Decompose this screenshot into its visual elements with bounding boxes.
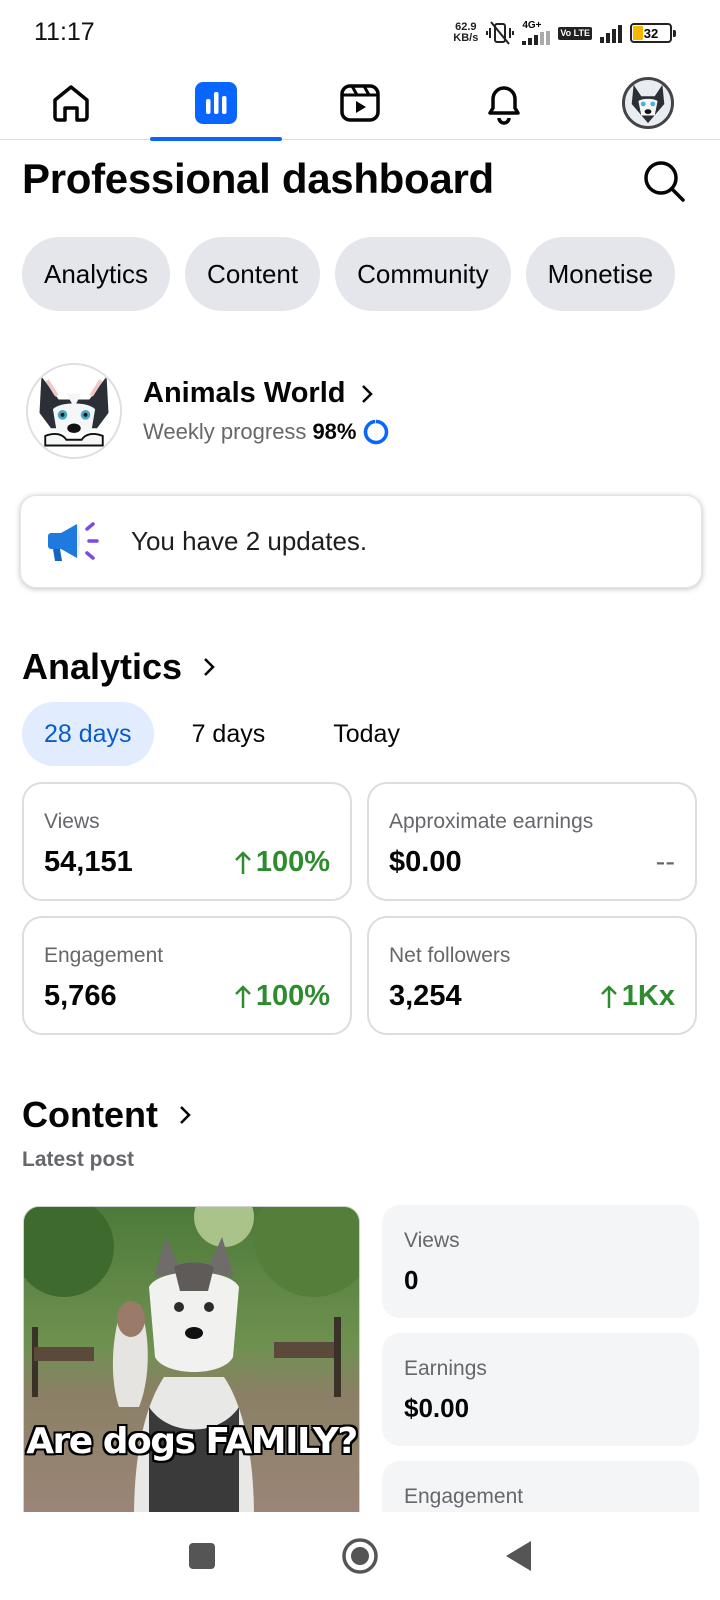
range-tab-28-days[interactable]: 28 days [22,702,154,766]
metric-label: Net followers [389,944,511,967]
analytics-section-link[interactable]: Analytics [22,646,216,688]
weekly-progress: Weekly progress 98% [143,418,390,446]
home-button[interactable] [338,1534,382,1578]
system-nav-bar [0,1512,720,1600]
metric-change: 1Kx [600,980,675,1013]
nav-tab-home[interactable] [4,66,138,140]
bell-icon [488,86,520,125]
husky-avatar-icon [28,365,120,457]
chip-analytics[interactable]: Analytics [22,237,171,311]
network-speed: 62.9 KB/s [453,21,479,44]
chip-content[interactable]: Content [185,237,321,311]
metric-card-net-followers[interactable]: Net followers 3,254 1Kx [367,916,697,1035]
post-stat-views: Views 0 [382,1205,699,1318]
page-title: Professional dashboard [22,155,494,202]
chevron-right-icon [180,1106,191,1124]
stat-label: Earnings [404,1357,487,1380]
metric-card-approximate-earnings[interactable]: Approximate earnings $0.00 -- [367,782,697,901]
nav-tab-video[interactable] [293,66,427,140]
metric-value: $0.00 [389,846,462,878]
arrow-up-icon [234,850,251,874]
husky-avatar-icon [631,84,665,124]
latest-post-label: Latest post [22,1148,135,1171]
progress-label: Weekly progress [143,419,307,444]
metric-card-views[interactable]: Views 54,151 100% [22,782,352,901]
back-triangle-icon [506,1541,531,1571]
nav-tab-notifications[interactable] [437,66,571,140]
progress-ring-icon [364,419,389,445]
stat-label: Engagement [404,1485,524,1508]
video-icon [340,84,380,122]
status-bar: 11:17 62.9 KB/s 4G+ Vo LTE 32 [0,0,720,66]
search-button[interactable] [640,157,688,205]
post-caption: Are dogs FAMILY? [26,1421,358,1462]
page-name-link[interactable]: Animals World [143,377,374,410]
profile-avatar [622,77,674,129]
volte-badge: Vo LTE [558,26,592,40]
stat-label: Views [404,1229,460,1252]
post-stat-engagement: Engagement [382,1461,699,1512]
metric-change: 100% [234,980,330,1013]
signal-4g: 4G+ [522,21,551,45]
metric-value: 54,151 [44,846,133,878]
stat-value: 0 [404,1265,419,1295]
husky-photo [24,1207,359,1515]
chip-monetise[interactable]: Monetise [525,237,676,311]
metric-label: Engagement [44,944,164,967]
range-tab-today[interactable]: Today [311,702,422,766]
recents-button[interactable] [180,1534,224,1578]
content-title: Content [22,1094,158,1135]
chevron-right-icon [204,658,215,676]
nav-tab-profile[interactable] [581,66,715,140]
megaphone-icon [48,521,99,561]
analytics-title: Analytics [22,646,183,687]
metric-change: 100% [234,846,330,879]
updates-card[interactable]: You have 2 updates. [20,495,702,588]
range-tab-7-days[interactable]: 7 days [170,702,288,766]
metric-change: -- [655,846,675,878]
metric-label: Views [44,810,100,833]
arrow-up-icon [600,984,617,1008]
status-time: 11:17 [34,18,95,46]
status-icons: 62.9 KB/s 4G+ Vo LTE 32 [453,18,676,48]
back-button[interactable] [496,1534,540,1578]
chevron-right-icon [361,384,373,403]
chip-community[interactable]: Community [335,237,511,311]
arrow-up-icon [234,984,251,1008]
circle-home-icon [342,1538,378,1574]
nav-tab-dashboard[interactable] [149,66,283,141]
progress-value: 98% [312,419,357,444]
metric-value: 3,254 [389,980,462,1012]
metric-label: Approximate earnings [389,810,594,833]
signal-icon [600,23,622,43]
square-icon [189,1543,215,1569]
metric-value: 5,766 [44,980,117,1012]
search-icon [644,161,685,202]
home-icon [53,85,89,122]
range-tabs: 28 days 7 days Today [22,702,422,766]
updates-text: You have 2 updates. [131,526,368,556]
battery-icon: 32 [630,23,676,43]
latest-post-thumbnail[interactable]: Are dogs FAMILY? [23,1206,360,1516]
dashboard-chips: Analytics Content Community Monetise [22,237,676,311]
top-nav [0,66,720,141]
page-name: Animals World [143,377,346,409]
metric-card-engagement[interactable]: Engagement 5,766 100% [22,916,352,1035]
page-avatar[interactable] [26,363,122,459]
vibrate-off-icon [486,21,515,45]
post-stat-earnings: Earnings $0.00 [382,1333,699,1446]
stat-value: $0.00 [404,1393,470,1423]
dashboard-icon [195,82,237,124]
content-section-link[interactable]: Content [22,1094,192,1136]
